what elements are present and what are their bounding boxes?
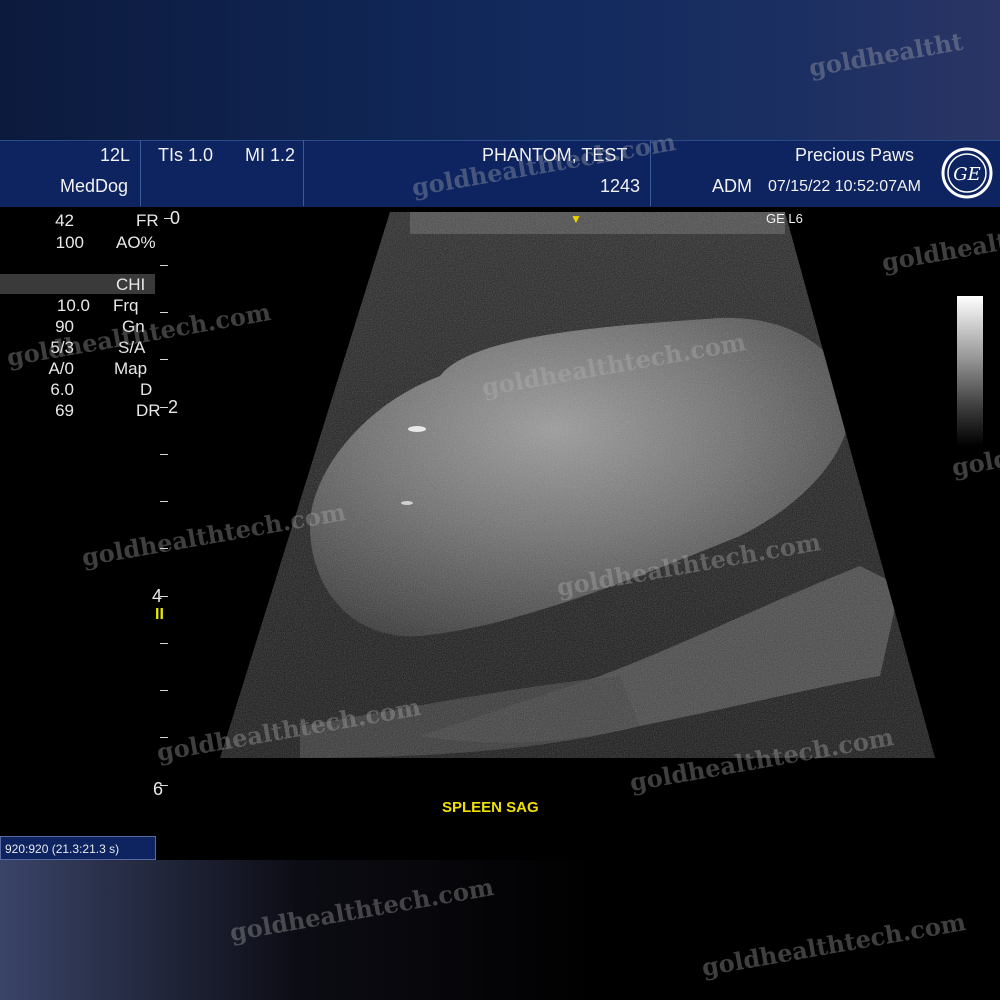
depth-label: 6 <box>153 779 164 799</box>
param-label: Map <box>114 359 148 378</box>
clinic-name: Precious Paws <box>795 145 915 165</box>
exam-datetime: 07/15/22 10:52:07AM <box>768 178 922 195</box>
operator-label: ADM <box>712 176 752 196</box>
depth-tick <box>160 501 168 502</box>
header-divider <box>303 140 304 206</box>
grayscale-bar <box>957 296 983 446</box>
mode-label: CHI <box>116 275 146 294</box>
ge-logo-text: GE <box>953 164 981 185</box>
depth-tick <box>160 643 168 644</box>
depth-label: 0 <box>170 208 181 228</box>
probe-orientation-marker: ▼ <box>570 212 582 226</box>
param-value: 69 <box>55 401 74 420</box>
depth-label: 4 <box>152 586 163 606</box>
cine-frame-counter[interactable]: 920:920 (21.3:21.3 s) <box>0 836 156 860</box>
depth-tick <box>160 454 168 455</box>
bright-echo <box>408 426 426 432</box>
depth-tick <box>160 359 168 360</box>
ge-depth-note: GE L6 <box>766 211 803 226</box>
param-label: D <box>140 380 153 399</box>
depth-tick <box>160 312 168 313</box>
speckle-texture <box>220 212 935 758</box>
depth-tick <box>160 265 168 266</box>
mi-readout: MI 1.2 <box>245 145 296 165</box>
depth-tick <box>160 407 168 408</box>
param-label: Frq <box>113 296 139 315</box>
depth-label: 2 <box>168 397 179 417</box>
param-value: 6.0 <box>50 380 74 399</box>
param-label: DR <box>136 401 161 420</box>
header-divider <box>140 140 141 206</box>
preset-label: MedDog <box>60 176 129 196</box>
param-label: FR <box>136 211 159 230</box>
depth-tick <box>160 690 168 691</box>
patient-id: 1243 <box>600 176 641 196</box>
probe-label: 12L <box>100 145 131 165</box>
param-value: 100 <box>55 233 84 252</box>
scan-annotation: SPLEEN SAG <box>438 798 543 817</box>
ge-logo-icon: GE <box>941 147 993 199</box>
bright-echo <box>401 501 413 505</box>
param-value: 42 <box>55 211 74 230</box>
param-label: AO% <box>116 233 156 252</box>
tis-readout: TIs 1.0 <box>158 145 214 165</box>
param-value: 10.0 <box>56 296 90 315</box>
focus-zone-marker: II <box>155 606 164 623</box>
